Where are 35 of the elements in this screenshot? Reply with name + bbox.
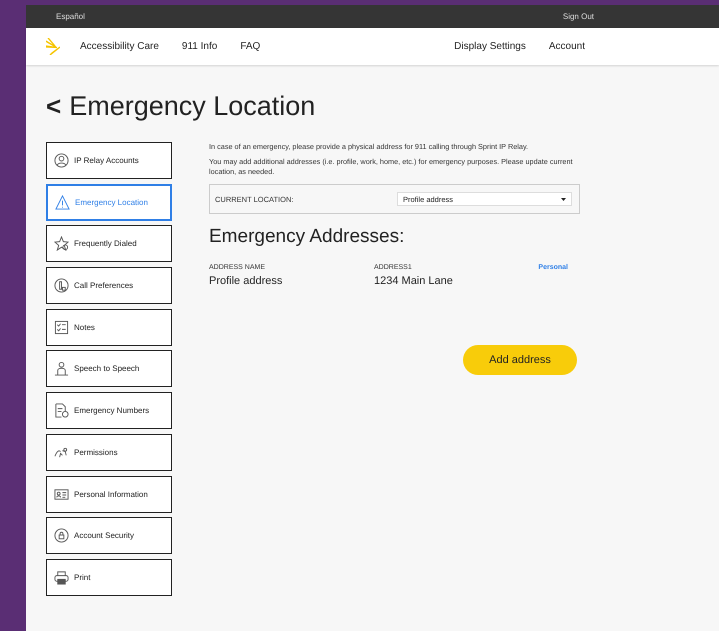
page-title: Emergency Location [69, 91, 316, 122]
logo-icon[interactable] [46, 38, 60, 55]
sidebar-item[interactable]: IP Relay Accounts [46, 142, 172, 179]
back-arrow[interactable]: < [46, 91, 62, 122]
section-title: Emergency Addresses: [209, 226, 406, 248]
sidebar-item[interactable]: Emergency Numbers [46, 392, 172, 430]
checklist-icon [54, 320, 69, 335]
person-icon [54, 153, 69, 168]
sidebar-item[interactable]: Personal Information [46, 476, 172, 512]
nav-link[interactable]: Accessibility Care [80, 41, 159, 52]
sidebar-item[interactable]: Permissions [46, 434, 172, 471]
star-icon [54, 236, 69, 252]
sidebar-item[interactable]: Call Preferences [46, 267, 172, 304]
add-address-button[interactable]: Add address [463, 345, 577, 376]
nav-link[interactable]: Display Settings [454, 41, 526, 52]
printer-icon [54, 570, 69, 585]
sign-out-link[interactable]: Sign Out [562, 12, 594, 21]
nav-link[interactable]: FAQ [240, 41, 260, 52]
sidebar-item[interactable]: Print [46, 558, 172, 596]
sidebar-item[interactable]: Notes [46, 308, 172, 346]
address-value: 1234 Main Lane [374, 275, 454, 288]
nav-link[interactable]: 911 Info [182, 41, 218, 52]
sidebar-item[interactable]: Account Security [46, 517, 172, 554]
people-icon [54, 361, 69, 376]
caret-icon [561, 198, 566, 201]
language-link[interactable]: Español [56, 12, 85, 21]
warning-icon [55, 194, 70, 210]
document-icon [54, 403, 69, 418]
id-card-icon [54, 486, 69, 502]
lock-icon [54, 528, 69, 544]
sidebar-item[interactable]: Emergency Location [46, 184, 172, 221]
nav-link[interactable]: Account [548, 41, 585, 52]
address-name: Profile address [209, 275, 284, 288]
sidebar-item[interactable]: Frequently Dialed [46, 225, 172, 262]
sidebar-item[interactable]: Speech to Speech [46, 350, 172, 388]
